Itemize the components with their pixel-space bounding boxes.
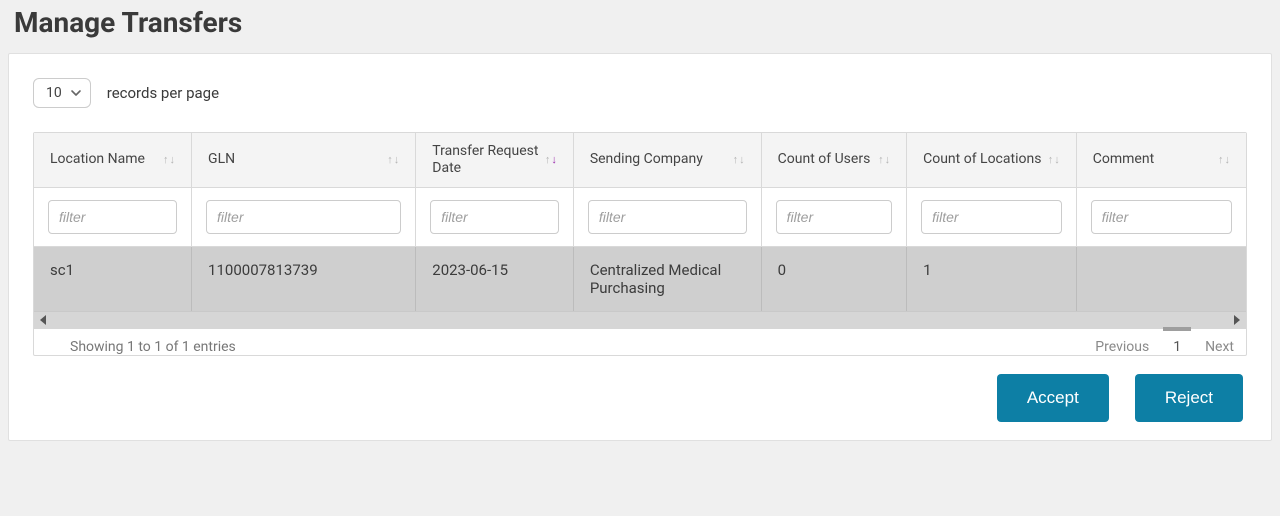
sort-icon-active-desc: ↑↓ xyxy=(545,154,557,165)
horizontal-scrollbar[interactable] xyxy=(34,311,1246,329)
filter-comment[interactable] xyxy=(1091,200,1232,234)
current-page[interactable]: 1 xyxy=(1173,339,1181,355)
col-header-count-users[interactable]: Count of Users ↑↓ xyxy=(761,133,906,187)
accept-button[interactable]: Accept xyxy=(997,374,1109,422)
filter-count-locations[interactable] xyxy=(921,200,1062,234)
sort-icon: ↑↓ xyxy=(163,154,175,165)
filter-count-users[interactable] xyxy=(776,200,892,234)
transfers-table: Location Name ↑↓ GLN ↑↓ Transfer Request… xyxy=(34,133,1246,311)
sort-icon: ↑↓ xyxy=(1218,154,1230,165)
cell-sending-company: Centralized Medical Purchasing xyxy=(573,246,761,311)
scroll-left-icon xyxy=(40,315,46,325)
cell-count-locations: 1 xyxy=(907,246,1077,311)
filter-gln[interactable] xyxy=(206,200,401,234)
entries-summary: Showing 1 to 1 of 1 entries xyxy=(70,339,236,355)
page-size-value: 10 xyxy=(46,85,62,101)
page-title: Manage Transfers xyxy=(14,6,1272,39)
page-size-select[interactable]: 10 xyxy=(33,78,91,108)
sort-icon: ↑↓ xyxy=(387,154,399,165)
sort-icon: ↑↓ xyxy=(733,154,745,165)
cell-location-name: sc1 xyxy=(34,246,192,311)
col-header-sending-company[interactable]: Sending Company ↑↓ xyxy=(573,133,761,187)
col-header-comment[interactable]: Comment ↑↓ xyxy=(1076,133,1246,187)
table-row[interactable]: sc1 1100007813739 2023-06-15 Centralized… xyxy=(34,246,1246,311)
cell-comment xyxy=(1076,246,1246,311)
transfers-card: 10 records per page Location Name ↑↓ xyxy=(8,53,1272,441)
transfers-table-wrap: Location Name ↑↓ GLN ↑↓ Transfer Request… xyxy=(33,132,1247,356)
cell-count-users: 0 xyxy=(761,246,906,311)
filter-location-name[interactable] xyxy=(48,200,177,234)
filter-row xyxy=(34,187,1246,246)
sort-icon: ↑↓ xyxy=(878,154,890,165)
previous-page[interactable]: Previous xyxy=(1095,339,1149,355)
scroll-right-icon xyxy=(1234,315,1240,325)
reject-button[interactable]: Reject xyxy=(1135,374,1243,422)
filter-transfer-date[interactable] xyxy=(430,200,559,234)
pager: Previous 1 Next xyxy=(1095,339,1234,355)
sort-icon: ↑↓ xyxy=(1048,154,1060,165)
col-header-location-name[interactable]: Location Name ↑↓ xyxy=(34,133,192,187)
filter-sending-company[interactable] xyxy=(588,200,747,234)
col-header-count-locations[interactable]: Count of Locations ↑↓ xyxy=(907,133,1077,187)
cell-gln: 1100007813739 xyxy=(192,246,416,311)
cell-transfer-date: 2023-06-15 xyxy=(416,246,574,311)
next-page[interactable]: Next xyxy=(1205,339,1234,355)
col-header-transfer-date[interactable]: Transfer Request Date ↑↓ xyxy=(416,133,574,187)
col-header-gln[interactable]: GLN ↑↓ xyxy=(192,133,416,187)
page-size-label: records per page xyxy=(107,84,219,102)
chevron-down-icon xyxy=(70,87,82,99)
